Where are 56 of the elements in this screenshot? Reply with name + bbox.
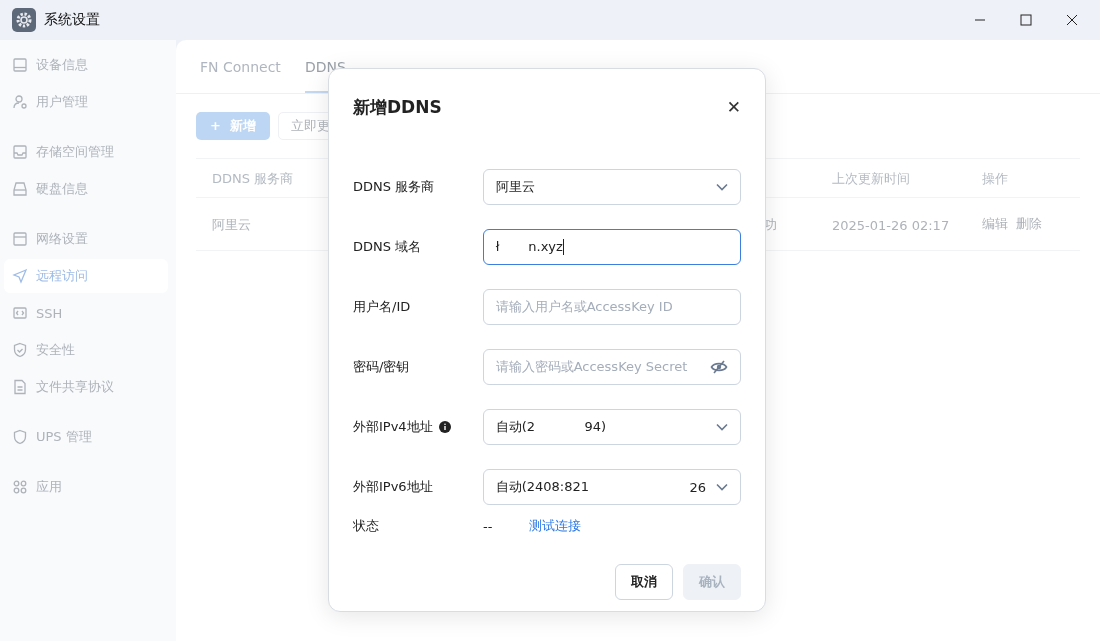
input-field[interactable]: 请输入用户名或AccessKey ID [482, 289, 741, 325]
sidebar-item[interactable]: 硬盘信息 [4, 172, 168, 206]
grid-icon [12, 479, 28, 495]
sidebar-item[interactable]: UPS 管理 [4, 420, 168, 454]
dropdown[interactable]: 阿里云 [482, 169, 741, 205]
chevron-down-icon [716, 183, 728, 191]
column-header: 上次更新时间 [832, 171, 910, 186]
close-button[interactable]: ✕ [726, 97, 741, 117]
dropdown[interactable]: 自动(2408:821 26 [482, 469, 741, 505]
sidebar-item[interactable]: 文件共享协议 [4, 370, 168, 404]
monitor-icon [12, 57, 28, 73]
field-label: 用户名/ID [353, 298, 411, 316]
send-icon [12, 268, 28, 284]
sidebar-item[interactable]: 用户管理 [4, 85, 168, 119]
sidebar-item[interactable]: 网络设置 [4, 222, 168, 256]
input-field[interactable]: 请输入密码或AccessKey Secret [482, 349, 741, 385]
field-label: DDNS 域名 [353, 238, 422, 256]
sidebar-item[interactable]: SSH [4, 296, 168, 330]
user-icon [12, 94, 28, 110]
gear-icon [12, 8, 36, 32]
code-icon [12, 305, 28, 321]
test-connection-link[interactable]: 测试连接 [529, 517, 581, 535]
sidebar-item[interactable]: 存储空间管理 [4, 135, 168, 169]
sidebar-item[interactable]: 设备信息 [4, 48, 168, 82]
table-cell: 2025-01-26 02:17 [832, 217, 950, 233]
add-button[interactable]: + 新增 [196, 112, 270, 140]
input-field[interactable]: ł n.xyz [482, 229, 741, 265]
status-value: -- [483, 518, 494, 534]
shield-icon [12, 429, 28, 445]
window-title: 系统设置 [44, 11, 100, 29]
window-icon [12, 231, 28, 247]
field-label: 外部IPv4地址 [353, 418, 433, 436]
dialog-title: 新增DDNS [353, 95, 442, 119]
field-label: 密码/密钥 [353, 358, 410, 376]
column-header: 操作 [982, 171, 1008, 186]
file-icon [12, 379, 28, 395]
sidebar-item[interactable]: 远程访问 [4, 259, 168, 293]
field-label: DDNS 服务商 [353, 178, 435, 196]
field-label: 外部IPv6地址 [353, 478, 433, 496]
field-label: 状态 [353, 517, 379, 535]
column-header: DDNS 服务商 [212, 171, 294, 186]
maximize-icon[interactable] [1020, 14, 1032, 26]
action-link[interactable]: 编辑 [982, 215, 1008, 233]
action-link[interactable]: 删除 [1016, 215, 1042, 233]
dialog-button[interactable]: 取消 [615, 564, 673, 600]
eye-off-icon [710, 360, 728, 374]
tab[interactable]: FN Connect [200, 40, 281, 93]
chevron-down-icon [716, 483, 728, 491]
sidebar-item[interactable]: 应用 [4, 470, 168, 504]
close-icon[interactable] [1066, 14, 1078, 26]
inbox-icon [12, 144, 28, 160]
chevron-down-icon [716, 423, 728, 431]
table-cell: 阿里云 [212, 217, 251, 232]
shield-check-icon [12, 342, 28, 358]
dropdown[interactable]: 自动(2 94) [482, 409, 741, 445]
sidebar-item[interactable]: 安全性 [4, 333, 168, 367]
